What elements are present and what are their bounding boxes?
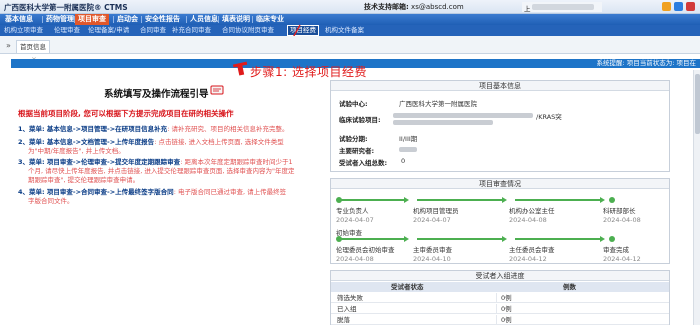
guide-heading: 系统填写及操作流程引导	[104, 89, 209, 100]
guide-step-4: 4、菜单: 项目审查->合同审查->上传最终签字版合同: 电子版合同已通过审查,…	[18, 188, 287, 205]
top-bar: 广西医科大学第一附属医院® CTMS 技术支持邮箱: xs@abscd.com …	[0, 0, 700, 14]
user-box[interactable]: 上	[522, 2, 602, 13]
nav-item-kickoff[interactable]: 启动会	[114, 14, 141, 25]
info-row-enrollment: 受试者入组总数:	[339, 159, 388, 167]
progress-node: 主任委员会审查 2024-04-12	[509, 246, 555, 263]
subnav-item-supplementary-contract[interactable]: 补充合同审查	[170, 25, 213, 36]
guide-step-1: 1、菜单: 基本信息->项目管理->在研项目信息补充: 请补充研究、项目的相关信…	[18, 125, 289, 133]
info-value-project: /KRAS突	[536, 113, 562, 121]
guide-step-3-link[interactable]: 3、菜单: 项目审查->伦理审查->提交年度定期跟踪审查	[18, 158, 180, 166]
info-value-phase: II/III期	[399, 135, 418, 143]
support-label: 技术支持邮箱:	[364, 3, 409, 11]
progress-arrow	[341, 236, 409, 242]
message-icon[interactable]	[662, 2, 671, 11]
basic-info-title: 项目基本信息	[331, 81, 669, 91]
subnav-item-contract-appendix[interactable]: 合同协议附页审查	[220, 25, 276, 36]
table-row: 脱落 0例	[331, 315, 669, 325]
guide-icon	[210, 85, 224, 95]
nav-item-drug-mgmt[interactable]: 药物管理	[43, 14, 77, 25]
guide-step-2-link[interactable]: 2、菜单: 基本信息->文档管理->上传年度报告	[18, 138, 154, 146]
subnav-item-institution-docs[interactable]: 机构文件备案	[323, 25, 366, 36]
subnav-item-contract-review[interactable]: 合同审查	[138, 25, 168, 36]
info-row-center: 试验中心:	[339, 100, 368, 108]
progress-arrow	[341, 197, 409, 203]
info-row-phase: 试验分期:	[339, 135, 368, 143]
info-value-enrollment: 0	[401, 157, 406, 165]
system-notice-text: 系统提醒: 项目当前状态为: 项目在	[596, 59, 696, 67]
review-progress-panel: 项目审查情况 专业负责人 2024-04-07 机构项目管理员 2024-04-07…	[330, 178, 670, 264]
progress-node: 伦理委员会初始审查 2024-04-08	[336, 246, 395, 263]
collapse-icon[interactable]: »	[6, 41, 11, 50]
progress-node: 机构办公室主任 2024-04-08	[509, 207, 555, 224]
progress-dot	[609, 197, 615, 203]
main-nav: 基本信息 药物管理 项目审查 启动会 安全性报告 人员信息 填表说明 临床专业	[0, 14, 700, 25]
support-info: 技术支持邮箱: xs@abscd.com	[364, 2, 464, 12]
progress-arrow	[417, 236, 507, 242]
info-row-project: 临床试验项目:	[339, 116, 381, 124]
page-scrollbar[interactable]	[693, 70, 700, 325]
user-prefix: 上	[524, 5, 531, 13]
enrollment-progress-panel: 受试者入组进度 受试者状态 例数 筛选失败 0例 已入组 0例 脱落 0例	[330, 270, 670, 325]
info-value-project-redacted-2	[393, 118, 493, 126]
progress-node: 审查完成 2024-04-12	[603, 246, 641, 263]
nav-item-basic-info[interactable]: 基本信息	[2, 14, 36, 25]
user-name-redacted	[532, 4, 594, 10]
info-row-pi: 主要研究者:	[339, 147, 375, 155]
progress-arrow	[515, 197, 605, 203]
project-basic-info-panel: 项目基本信息 试验中心: 广西医科大学第一附属医院 临床试验项目: /KRAS突…	[330, 80, 670, 172]
logout-icon[interactable]	[686, 2, 695, 11]
support-email[interactable]: xs@abscd.com	[411, 3, 464, 11]
subnav-item-institution-approval[interactable]: 机构立项审查	[2, 25, 45, 36]
nav-item-clinical-specialty[interactable]: 临床专业	[253, 14, 287, 25]
progress-dot	[609, 236, 615, 242]
progress-arrow	[417, 197, 507, 203]
info-value-center: 广西医科大学第一附属医院	[399, 100, 477, 108]
progress-node: 主审委员审查 2024-04-10	[413, 246, 452, 263]
nav-item-personnel[interactable]: 人员信息	[187, 14, 221, 25]
guide-step-4-link[interactable]: 4、菜单: 项目审查->合同审查->上传最终签字版合同	[18, 188, 174, 196]
progress-arrow	[515, 236, 605, 242]
progress-node: 科研部部长 2024-04-08	[603, 207, 641, 224]
subnav-item-ethics-review[interactable]: 伦理审查	[52, 25, 82, 36]
settings-icon[interactable]	[674, 2, 683, 11]
guide-step-3: 3、菜单: 项目审查->伦理审查->提交年度定期跟踪审查: 距离本次年度定期跟踪…	[18, 158, 295, 184]
tab-home-label: 首页信息	[20, 43, 46, 51]
table-row: 已入组 0例	[331, 304, 669, 314]
operation-guide: 系统填写及操作流程引导 根据当前项目阶段, 您可以根据下方提示完成项目在研的相关…	[14, 78, 314, 325]
subnav-item-ethics-filing[interactable]: 伦理备案/申请	[86, 25, 131, 36]
info-value-pi-redacted	[399, 145, 417, 153]
tab-home[interactable]: 首页信息×	[16, 40, 50, 63]
guide-intro: 根据当前项目阶段, 您可以根据下方提示完成项目在研的相关操作	[18, 109, 234, 118]
guide-step-1-link[interactable]: 1、菜单: 基本信息->项目管理->在研项目信息补充	[18, 125, 167, 133]
progress-title: 项目审查情况	[331, 179, 669, 189]
annotation-arrow-icon	[232, 61, 248, 76]
guide-step-2: 2、菜单: 基本信息->文档管理->上传年度报告: 点击链接, 进入文档上传页面…	[18, 138, 284, 155]
nav-item-project-review[interactable]: 项目审查	[75, 14, 109, 25]
progress-node: 机构项目管理员 2024-04-07	[413, 207, 459, 224]
enrollment-table-header: 受试者状态 例数	[331, 282, 669, 292]
nav-item-safety-report[interactable]: 安全性报告	[142, 14, 183, 25]
enrollment-title: 受试者入组进度	[331, 271, 669, 281]
app-title: 广西医科大学第一附属医院® CTMS	[4, 3, 128, 12]
scrollbar-thumb[interactable]	[695, 74, 700, 134]
tab-strip: » 首页信息×	[0, 36, 700, 63]
nav-item-form-guide[interactable]: 填表说明	[219, 14, 253, 25]
sub-nav: 机构立项审查 伦理审查 伦理备案/申请 合同审查 补充合同审查 合同协议附页审查…	[0, 25, 700, 36]
table-row: 筛选失败 0例	[331, 293, 669, 303]
progress-node: 专业负责人 2024-04-07	[336, 207, 374, 224]
